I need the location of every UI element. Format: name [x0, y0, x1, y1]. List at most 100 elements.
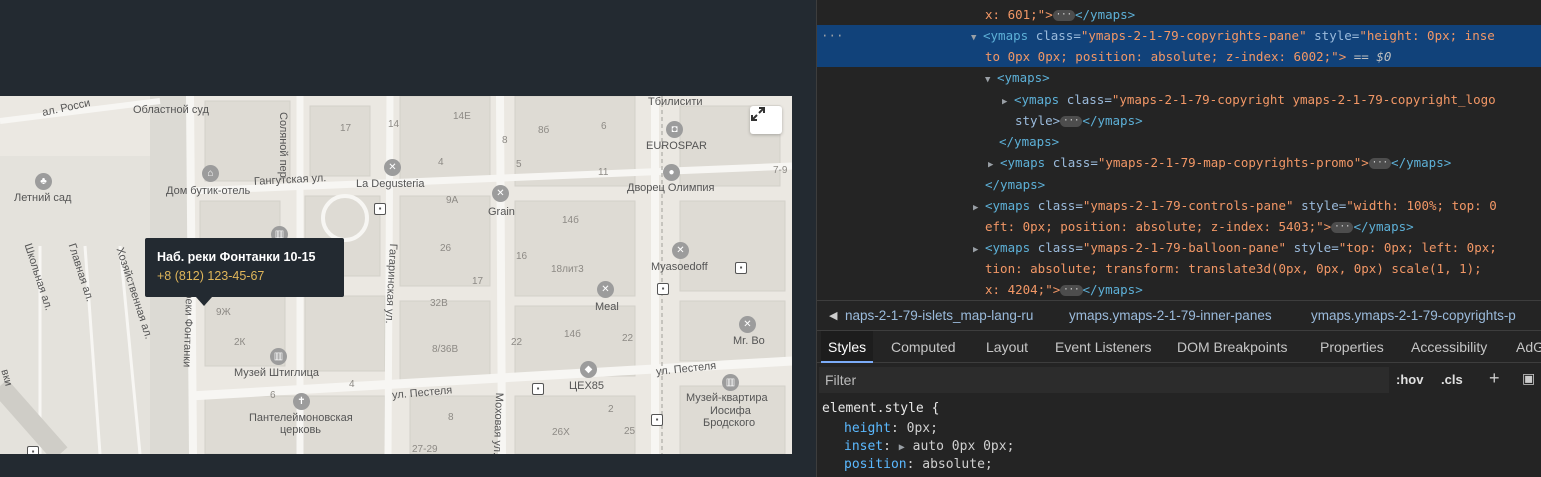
park-icon[interactable]: ♣ — [35, 173, 52, 190]
hover-state-button[interactable]: :hov — [1396, 372, 1423, 387]
style-declaration[interactable]: position: absolute; — [844, 456, 993, 474]
dom-line-selected[interactable]: ··· ▼ <ymaps class="ymaps-2-1-79-copyrigh… — [817, 25, 1541, 46]
style-declaration[interactable]: inset: ▶ auto 0px 0px; — [844, 438, 1014, 456]
house-number: 9А — [446, 195, 459, 206]
expand-icon — [751, 107, 765, 121]
house-number: 22 — [511, 337, 523, 348]
tag-close: </ymaps> — [999, 134, 1060, 149]
tab-styles[interactable]: Styles — [821, 331, 874, 363]
shop-icon[interactable]: ◘ — [666, 121, 683, 138]
museum-icon[interactable]: ▥ — [270, 348, 287, 365]
dom-line[interactable]: ▶ <ymaps class="ymaps-2-1-79-map-copyrigh… — [988, 152, 1451, 173]
breadcrumb-item[interactable]: naps-2-1-79-islets_map-lang-ru — [845, 308, 1033, 323]
dom-line[interactable]: </ymaps> — [999, 131, 1059, 152]
expand-triangle-icon[interactable]: ▶ — [973, 198, 985, 219]
dom-line[interactable]: ▼ <ymaps> — [985, 67, 1050, 88]
bus-stop-icon[interactable]: ▪ — [735, 262, 747, 274]
bus-stop-icon[interactable]: ▪ — [651, 414, 663, 426]
balloon-phone[interactable]: +8 (812) 123-45-67 — [157, 266, 332, 286]
expand-triangle-icon[interactable]: ▶ — [973, 240, 985, 261]
place-label: La Degusteria — [356, 178, 425, 190]
restaurant-icon[interactable]: ✕ — [672, 242, 689, 259]
tab-adguard[interactable]: AdG — [1509, 331, 1541, 363]
dom-line[interactable]: x: 4204;"> ··· </ymaps> — [985, 279, 1143, 300]
house-number: 14б — [562, 215, 579, 226]
place-label: Дворец Олимпия — [627, 182, 715, 194]
dom-line[interactable]: </ymaps> — [985, 174, 1045, 195]
property-name[interactable]: position — [844, 457, 907, 472]
tab-accessibility[interactable]: Accessibility — [1404, 331, 1494, 363]
place-label: Областной суд — [133, 104, 209, 116]
expand-triangle-icon[interactable]: ▼ — [985, 70, 997, 91]
attr-value: "ymaps-2-1-79-copyrights-pane" — [1080, 28, 1307, 43]
ellipsis-icon[interactable]: ··· — [1331, 222, 1354, 233]
dom-line[interactable]: tion: absolute; transform: translate3d(0… — [985, 258, 1482, 279]
ellipsis-icon[interactable]: ··· — [1060, 116, 1083, 127]
property-value[interactable]: absolute; — [922, 457, 992, 472]
bus-stop-icon[interactable]: ▪ — [374, 203, 386, 215]
breadcrumb-item[interactable]: ymaps.ymaps-2-1-79-inner-panes — [1069, 308, 1272, 323]
tab-properties[interactable]: Properties — [1313, 331, 1391, 363]
tag-open: <ymaps — [1000, 155, 1046, 170]
dom-line[interactable]: eft: 0px; position: absolute; z-index: 5… — [985, 216, 1414, 237]
property-value[interactable]: auto 0px 0px; — [913, 439, 1015, 454]
house-number: 26Х — [552, 427, 570, 438]
house-number: 8 — [448, 412, 454, 423]
dom-line[interactable]: x: 601;"> ··· </ymaps> — [985, 4, 1135, 25]
property-value[interactable]: 0px; — [907, 421, 938, 436]
dom-line[interactable]: style> ··· </ymaps> — [1015, 110, 1143, 131]
house-number: 18лит3 — [551, 264, 584, 275]
tab-dom-breakpoints[interactable]: DOM Breakpoints — [1170, 331, 1294, 363]
ellipsis-icon[interactable]: ··· — [1060, 285, 1083, 296]
restaurant-icon[interactable]: ✕ — [384, 159, 401, 176]
selected-marker: == $0 — [1353, 49, 1392, 64]
restaurant-icon[interactable]: ✕ — [492, 185, 509, 202]
computed-toggle-icon[interactable]: ▣ — [1522, 370, 1535, 387]
tab-computed[interactable]: Computed — [884, 331, 963, 363]
ellipsis-icon[interactable]: ··· — [1368, 158, 1392, 169]
dom-line[interactable]: ▶ <ymaps class="ymaps-2-1-79-controls-pan… — [973, 195, 1497, 216]
filter-input[interactable] — [819, 367, 1389, 393]
church-icon[interactable]: ✝ — [293, 393, 310, 410]
dom-line[interactable]: ▶ <ymaps class="ymaps-2-1-79-balloon-pane… — [973, 237, 1497, 258]
expand-triangle-icon[interactable]: ▶ — [1002, 92, 1014, 113]
fullscreen-button[interactable] — [750, 106, 782, 134]
house-number: 25 — [624, 426, 636, 437]
restaurant-icon[interactable]: ✕ — [597, 281, 614, 298]
add-rule-icon[interactable]: + — [1489, 368, 1500, 389]
scroll-left-icon[interactable]: ◀ — [829, 309, 837, 322]
dom-line[interactable]: ▶ <ymaps class="ymaps-2-1-79-copyright ym… — [1002, 89, 1496, 110]
tab-layout[interactable]: Layout — [979, 331, 1035, 363]
more-icon[interactable]: ··· — [821, 25, 844, 46]
restaurant-icon[interactable]: ✕ — [739, 316, 756, 333]
bus-stop-icon[interactable]: ▪ — [532, 383, 544, 395]
dom-line-selected[interactable]: to 0px 0px; position: absolute; z-index:… — [817, 46, 1541, 67]
museum-icon[interactable]: ▥ — [722, 374, 739, 391]
ellipsis-icon[interactable]: ··· — [1052, 10, 1075, 21]
breadcrumb-item[interactable]: ymaps.ymaps-2-1-79-copyrights-p — [1311, 308, 1516, 323]
sport-icon[interactable]: ● — [663, 164, 680, 181]
property-name[interactable]: height — [844, 421, 891, 436]
attr-value: "ymaps-2-1-79-controls-pane" — [1082, 198, 1294, 213]
yandex-map[interactable]: ал. Росси Областной суд Соляной пер. Лет… — [0, 96, 792, 454]
tab-event-listeners[interactable]: Event Listeners — [1048, 331, 1159, 363]
class-toggle-button[interactable]: .cls — [1441, 372, 1463, 387]
style-declaration[interactable]: height: 0px; — [844, 420, 938, 438]
styles-tabbar: Styles Computed Layout Event Listeners D… — [817, 331, 1541, 363]
cafe-icon[interactable]: ◆ — [580, 361, 597, 378]
expand-triangle-icon[interactable]: ▶ — [988, 155, 1000, 176]
house-number: 6 — [601, 121, 607, 132]
bus-stop-icon[interactable]: ▪ — [27, 446, 39, 454]
tag-close: </ymaps> — [1353, 219, 1414, 234]
house-number: 14Е — [453, 111, 471, 122]
attr-value: tion: absolute; transform: translate3d(0… — [985, 261, 1482, 276]
property-name[interactable]: inset — [844, 439, 883, 454]
bus-stop-icon[interactable]: ▪ — [657, 283, 669, 295]
hotel-icon[interactable]: ⌂ — [202, 165, 219, 182]
attr-value: eft: 0px; position: absolute; z-index: 5… — [985, 219, 1332, 234]
attr-value: "ymaps-2-1-79-map-copyrights-promo"> — [1097, 155, 1369, 170]
attr-name: style> — [1015, 113, 1061, 128]
attr-value: x: 4204;"> — [985, 282, 1061, 297]
tag-open: <ymaps — [983, 28, 1029, 43]
expand-triangle-icon[interactable]: ▶ — [899, 442, 905, 453]
